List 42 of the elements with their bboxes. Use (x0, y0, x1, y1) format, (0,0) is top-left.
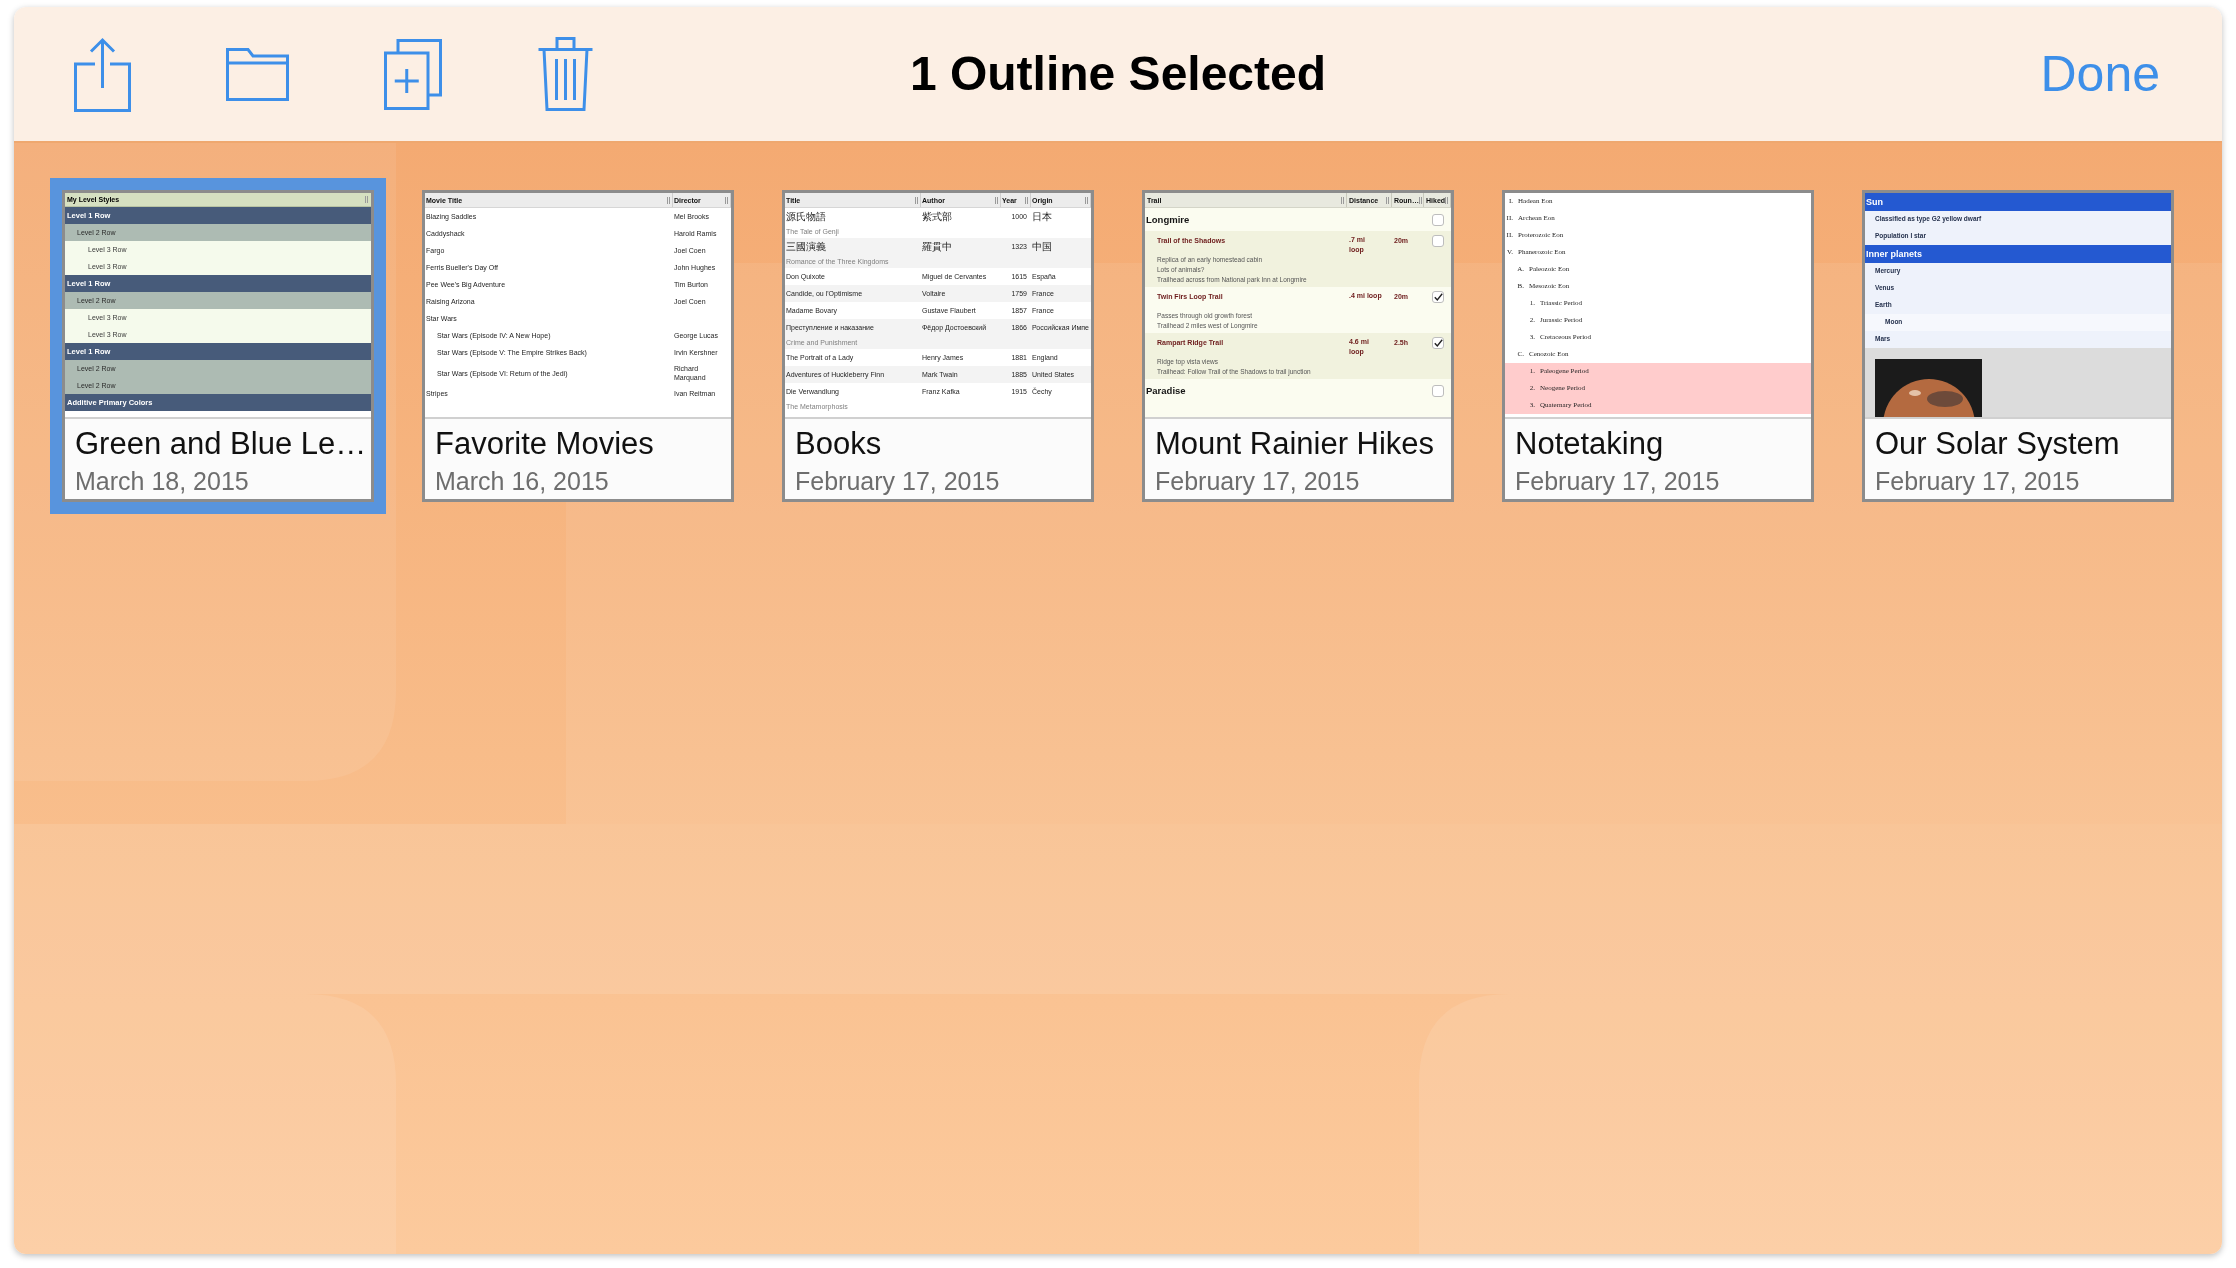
resize-handle-icon[interactable] (1025, 196, 1028, 204)
resize-handle-icon[interactable] (915, 196, 918, 204)
group-title: Longmire (1146, 214, 1190, 225)
document-date: February 17, 2015 (1515, 469, 1720, 494)
resize-handle-icon[interactable] (1085, 196, 1088, 204)
share-button[interactable] (74, 36, 131, 112)
resize-handle-icon[interactable] (1445, 196, 1449, 204)
resize-handle-icon[interactable] (1418, 196, 1422, 204)
trash-button[interactable] (537, 37, 594, 111)
table-cell: 羅貫中 (922, 241, 952, 252)
document-card[interactable] (1142, 190, 1454, 502)
document-card[interactable] (1502, 190, 1814, 502)
resize-handle-icon[interactable] (725, 196, 728, 204)
group-title: Paradise (1146, 385, 1186, 396)
document-date: February 17, 2015 (1155, 469, 1360, 494)
document-title: Green and Blue Le… (75, 428, 367, 459)
table-cell: 中国 (1032, 241, 1052, 252)
document-title: Favorite Movies (435, 428, 654, 459)
document-title: Mount Rainier Hikes (1155, 428, 1435, 459)
resize-handle-icon[interactable] (365, 196, 368, 203)
resize-handle-icon[interactable] (1341, 196, 1344, 204)
duplicate-button[interactable] (384, 38, 442, 110)
row-label: Inner planets (1866, 249, 1922, 259)
resize-handle-icon[interactable] (995, 196, 998, 204)
document-date: February 17, 2015 (795, 469, 1000, 494)
table-cell: 紫式部 (922, 211, 952, 222)
folder-button[interactable] (226, 47, 289, 101)
table-cell: 日本 (1032, 211, 1052, 222)
resize-handle-icon[interactable] (1386, 196, 1389, 204)
document-date: March 18, 2015 (75, 469, 249, 494)
table-cell: 源氏物語 (786, 211, 826, 222)
table-cell: 三國演義 (786, 241, 826, 252)
resize-handle-icon[interactable] (667, 196, 670, 204)
document-title: Books (795, 428, 882, 459)
document-title: Our Solar System (1875, 428, 2120, 459)
row-label: Sun (1866, 197, 1883, 207)
document-card[interactable] (782, 190, 1094, 502)
document-card[interactable] (422, 190, 734, 502)
document-title: Notetaking (1515, 428, 1664, 459)
toolbar-title: 1 Outline Selected (909, 50, 1327, 98)
document-date: March 16, 2015 (435, 469, 609, 494)
document-date: February 17, 2015 (1875, 469, 2080, 494)
